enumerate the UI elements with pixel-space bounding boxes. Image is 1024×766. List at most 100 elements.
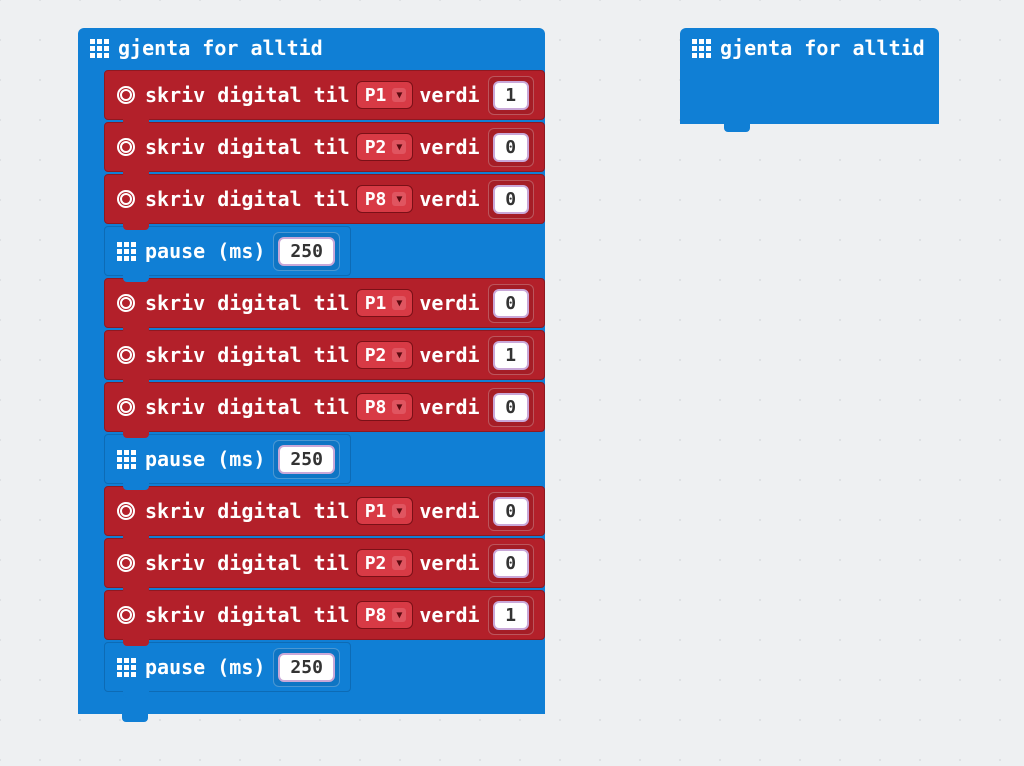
value-number[interactable]: 0 <box>493 549 529 578</box>
digital-write-block[interactable]: skriv digital til P1 ▼ verdi 0 <box>104 486 545 536</box>
forever-header[interactable]: gjenta for alltid <box>680 28 939 68</box>
write-label-pre: skriv digital til <box>145 291 350 315</box>
loop-footer <box>78 690 268 714</box>
value-slot[interactable]: 1 <box>488 596 534 635</box>
pin-value: P2 <box>365 345 387 366</box>
write-label-post: verdi <box>419 83 479 107</box>
forever-block[interactable]: gjenta for alltid skriv digital til P1 ▼… <box>78 28 545 714</box>
pause-block[interactable]: pause (ms) 250 <box>104 434 351 484</box>
pin-value: P1 <box>365 85 387 106</box>
target-icon <box>115 84 137 106</box>
pin-value: P8 <box>365 605 387 626</box>
target-icon <box>115 188 137 210</box>
pin-dropdown[interactable]: P8 ▼ <box>356 393 414 421</box>
forever-loop-main[interactable]: gjenta for alltid skriv digital til P1 ▼… <box>78 28 545 714</box>
empty-drop-slot[interactable] <box>706 70 772 100</box>
grid-icon <box>690 37 712 59</box>
pause-block[interactable]: pause (ms) 250 <box>104 642 351 692</box>
grid-icon <box>115 656 137 678</box>
pin-value: P2 <box>365 553 387 574</box>
pin-dropdown[interactable]: P8 ▼ <box>356 185 414 213</box>
pin-dropdown[interactable]: P8 ▼ <box>356 601 414 629</box>
pin-dropdown[interactable]: P2 ▼ <box>356 549 414 577</box>
value-slot[interactable]: 0 <box>488 284 534 323</box>
target-icon <box>115 136 137 158</box>
pause-block[interactable]: pause (ms) 250 <box>104 226 351 276</box>
digital-write-block[interactable]: skriv digital til P1 ▼ verdi 0 <box>104 278 545 328</box>
ms-number[interactable]: 250 <box>278 237 335 266</box>
value-number[interactable]: 0 <box>493 289 529 318</box>
value-slot[interactable]: 1 <box>488 76 534 115</box>
write-label-post: verdi <box>419 291 479 315</box>
value-number[interactable]: 0 <box>493 393 529 422</box>
value-number[interactable]: 1 <box>493 81 529 110</box>
digital-write-block[interactable]: skriv digital til P2 ▼ verdi 1 <box>104 330 545 380</box>
value-slot[interactable]: 0 <box>488 388 534 427</box>
write-label-pre: skriv digital til <box>145 395 350 419</box>
digital-write-block[interactable]: skriv digital til P8 ▼ verdi 0 <box>104 382 545 432</box>
pin-value: P1 <box>365 293 387 314</box>
chevron-down-icon: ▼ <box>392 400 406 414</box>
pin-dropdown[interactable]: P1 ▼ <box>356 497 414 525</box>
forever-block[interactable]: gjenta for alltid <box>680 28 939 124</box>
value-number[interactable]: 1 <box>493 601 529 630</box>
chevron-down-icon: ▼ <box>392 504 406 518</box>
ms-number[interactable]: 250 <box>278 445 335 474</box>
pin-value: P2 <box>365 137 387 158</box>
digital-write-block[interactable]: skriv digital til P2 ▼ verdi 0 <box>104 122 545 172</box>
grid-icon <box>115 240 137 262</box>
loop-body[interactable]: skriv digital til P1 ▼ verdi 1 skriv dig… <box>104 68 545 692</box>
chevron-down-icon: ▼ <box>392 296 406 310</box>
write-label-post: verdi <box>419 603 479 627</box>
write-label-pre: skriv digital til <box>145 135 350 159</box>
write-label-pre: skriv digital til <box>145 83 350 107</box>
ms-slot[interactable]: 250 <box>273 232 340 271</box>
write-label-post: verdi <box>419 187 479 211</box>
pause-label: pause (ms) <box>145 239 265 263</box>
target-icon <box>115 344 137 366</box>
grid-icon <box>88 37 110 59</box>
pin-dropdown[interactable]: P2 ▼ <box>356 341 414 369</box>
pin-dropdown[interactable]: P1 ▼ <box>356 81 414 109</box>
loop-footer <box>680 100 772 124</box>
loop-body-empty[interactable] <box>706 68 772 102</box>
grid-icon <box>115 448 137 470</box>
forever-header[interactable]: gjenta for alltid <box>78 28 545 68</box>
value-slot[interactable]: 0 <box>488 492 534 531</box>
value-slot[interactable]: 0 <box>488 544 534 583</box>
loop-arm <box>680 68 706 102</box>
target-icon <box>115 500 137 522</box>
value-slot[interactable]: 0 <box>488 128 534 167</box>
write-label-post: verdi <box>419 395 479 419</box>
chevron-down-icon: ▼ <box>392 88 406 102</box>
value-number[interactable]: 0 <box>493 133 529 162</box>
write-label-pre: skriv digital til <box>145 499 350 523</box>
write-label-post: verdi <box>419 499 479 523</box>
digital-write-block[interactable]: skriv digital til P8 ▼ verdi 1 <box>104 590 545 640</box>
write-label-post: verdi <box>419 135 479 159</box>
forever-label: gjenta for alltid <box>720 36 925 60</box>
digital-write-block[interactable]: skriv digital til P8 ▼ verdi 0 <box>104 174 545 224</box>
target-icon <box>115 292 137 314</box>
ms-number[interactable]: 250 <box>278 653 335 682</box>
pin-value: P8 <box>365 397 387 418</box>
value-slot[interactable]: 1 <box>488 336 534 375</box>
value-slot[interactable]: 0 <box>488 180 534 219</box>
ms-slot[interactable]: 250 <box>273 648 340 687</box>
chevron-down-icon: ▼ <box>392 140 406 154</box>
digital-write-block[interactable]: skriv digital til P1 ▼ verdi 1 <box>104 70 545 120</box>
value-number[interactable]: 0 <box>493 497 529 526</box>
chevron-down-icon: ▼ <box>392 348 406 362</box>
digital-write-block[interactable]: skriv digital til P2 ▼ verdi 0 <box>104 538 545 588</box>
ms-slot[interactable]: 250 <box>273 440 340 479</box>
value-number[interactable]: 0 <box>493 185 529 214</box>
write-label-post: verdi <box>419 343 479 367</box>
value-number[interactable]: 1 <box>493 341 529 370</box>
write-label-pre: skriv digital til <box>145 343 350 367</box>
pause-label: pause (ms) <box>145 447 265 471</box>
pin-dropdown[interactable]: P1 ▼ <box>356 289 414 317</box>
pin-dropdown[interactable]: P2 ▼ <box>356 133 414 161</box>
target-icon <box>115 604 137 626</box>
forever-loop-empty[interactable]: gjenta for alltid <box>680 28 939 124</box>
write-label-pre: skriv digital til <box>145 551 350 575</box>
